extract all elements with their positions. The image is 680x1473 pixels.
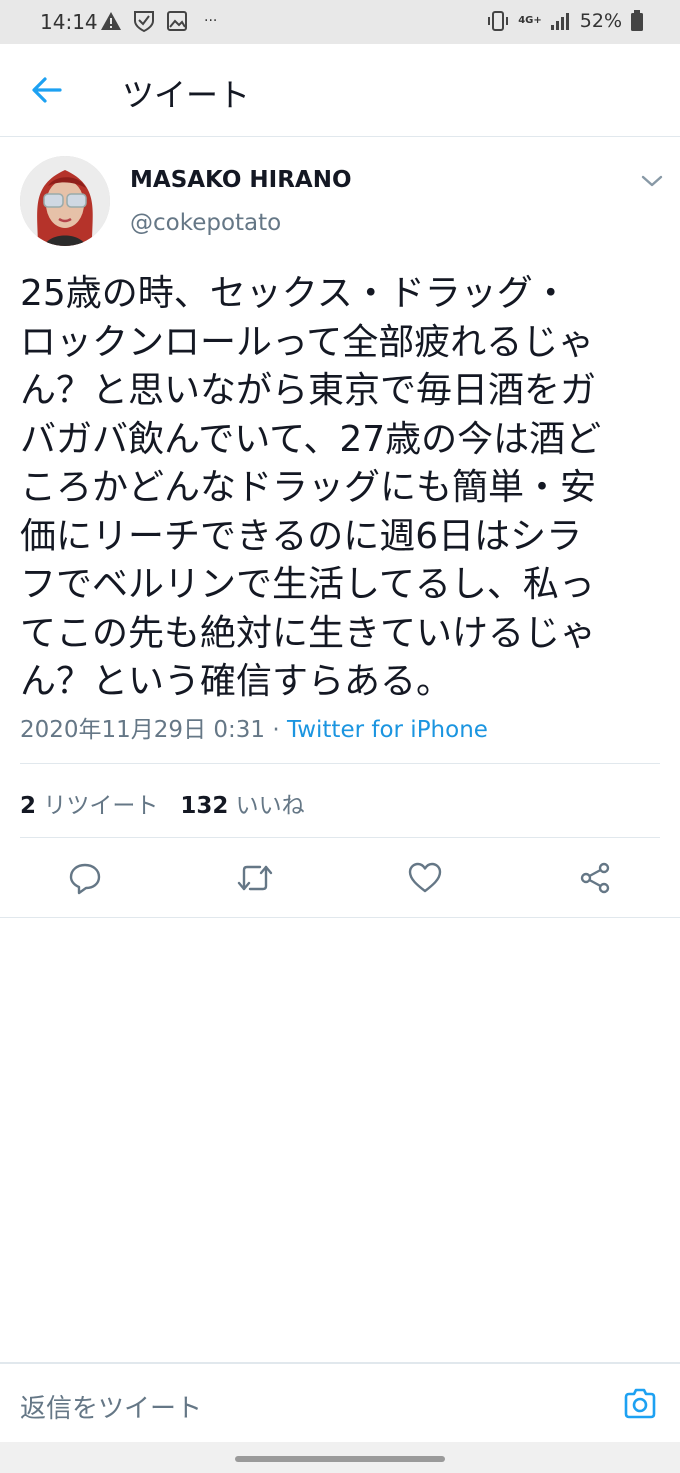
vibrate-icon: [488, 11, 509, 31]
tweet-text-line: てこの先も絶対に生きていけるじゃ: [20, 612, 597, 654]
tweet-text-line: ころかどんなドラッグにも簡単・安: [20, 467, 597, 508]
like-stat[interactable]: 132 いいね: [180, 793, 304, 819]
tweet-action-bar: [0, 855, 680, 905]
status-system-icons: 4G+ 52%: [486, 9, 644, 33]
retweet-icon: [237, 865, 273, 891]
network-type: 4G+: [518, 15, 542, 26]
chevron-down-icon[interactable]: [640, 172, 664, 190]
app-header: ツイート: [0, 44, 680, 137]
meta-separator: ·: [265, 717, 287, 743]
tweet-timestamp: 2020年11月29日 0:31: [20, 717, 266, 743]
share-icon: [580, 862, 610, 894]
like-count: 132: [180, 793, 229, 819]
avatar-image: [20, 156, 110, 246]
tweet-meta: 2020年11月29日 0:31 · Twitter for iPhone: [20, 710, 488, 744]
divider: [0, 917, 680, 918]
divider: [20, 837, 660, 838]
avatar[interactable]: [20, 156, 110, 246]
tweet-text-line: ん？と思いながら東京で毎日酒をガ: [20, 370, 597, 411]
tweet-text-line: 価にリーチできるのに週6日はシラ: [20, 515, 583, 557]
signal-icon: [550, 13, 569, 30]
retweet-stat[interactable]: 2 リツイート: [20, 793, 158, 819]
retweet-count: 2: [20, 793, 37, 819]
home-gesture-handle[interactable]: [235, 1456, 445, 1462]
status-bar: 14:14 ··· 4G+ 52%: [0, 0, 680, 44]
author-name[interactable]: MASAKO HIRANO: [130, 167, 352, 193]
retweet-label: リツイート: [43, 793, 159, 819]
retweet-button[interactable]: [233, 855, 277, 901]
reply-icon: [69, 863, 101, 895]
battery-percent: 52%: [579, 10, 622, 32]
tweet-text-line: 25歳の時、セックス・ドラッグ・: [20, 273, 569, 314]
tweet-text-line: ロックンロールって全部疲れるじゃ: [20, 321, 595, 363]
tweet-text: 25歳の時、セックス・ドラッグ・ ロックンロールって全部疲れるじゃ ん？と思いな…: [20, 270, 660, 707]
battery-icon: [631, 10, 643, 31]
back-arrow-icon[interactable]: [30, 75, 64, 105]
reply-bar: 返信をツイート: [0, 1362, 680, 1444]
tweet-text-line: バガバ飲んでいて、27歳の今は酒ど: [20, 418, 602, 460]
status-time: 14:14: [40, 10, 98, 34]
reply-button[interactable]: [63, 855, 107, 901]
page-title: ツイート: [122, 76, 251, 114]
overflow-dots: ···: [204, 13, 218, 29]
tweet-source-link[interactable]: Twitter for iPhone: [287, 717, 488, 743]
image-icon: [167, 11, 187, 31]
heart-icon: [408, 862, 442, 893]
system-nav-bar: [0, 1442, 680, 1473]
like-button[interactable]: [403, 855, 447, 901]
tweet-text-line: フでベルリンで生活してるし、私っ: [20, 564, 595, 605]
warning-icon: [101, 12, 121, 30]
status-notification-icons: ···: [100, 9, 217, 33]
share-button[interactable]: [573, 855, 617, 901]
shield-check-icon: [134, 11, 154, 33]
author-handle[interactable]: @cokepotato: [130, 210, 281, 236]
tweet-stats: 2 リツイート 132 いいね: [20, 786, 305, 820]
tweet-text-line: ん？という確信すらある。: [20, 661, 453, 702]
camera-icon[interactable]: [622, 1386, 658, 1422]
divider: [20, 763, 660, 764]
like-label: いいね: [235, 793, 305, 819]
reply-input[interactable]: 返信をツイート: [20, 1388, 202, 1425]
